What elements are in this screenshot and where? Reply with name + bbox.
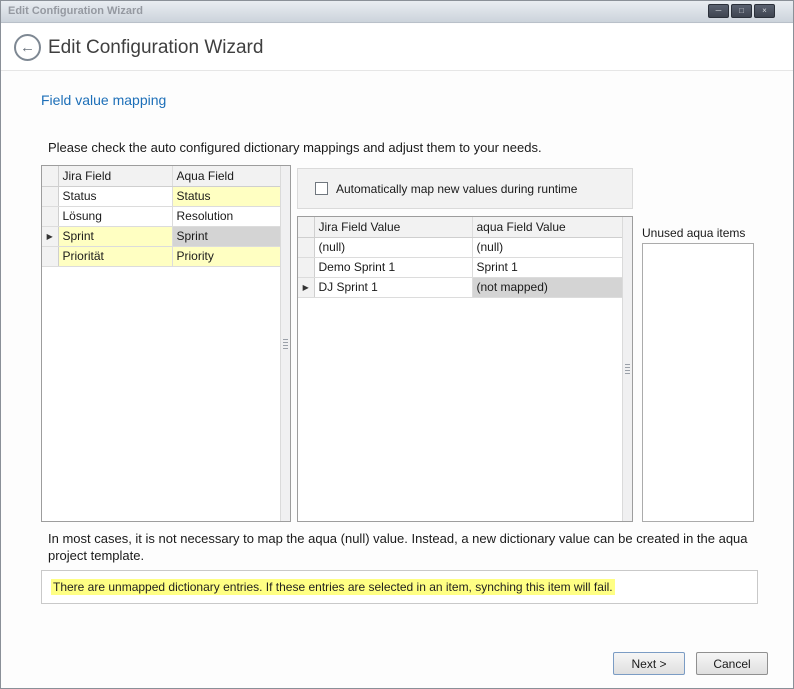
grid-cell[interactable]: Status: [172, 186, 280, 206]
column-header-aqua-field[interactable]: Aqua Field: [172, 166, 280, 186]
field-mapping-grid: Jira Field Aqua Field StatusStatusLösung…: [41, 165, 291, 522]
table-row: (null)(null): [298, 237, 622, 257]
table-row: ▶SprintSprint: [42, 226, 280, 246]
row-header-corner: [42, 166, 58, 186]
table-row: LösungResolution: [42, 206, 280, 226]
scrollbar-grip-icon: [625, 364, 630, 374]
column-header-jira-field[interactable]: Jira Field: [58, 166, 172, 186]
table-row: ▶DJ Sprint 1(not mapped): [298, 277, 622, 297]
maximize-icon: □: [739, 6, 744, 15]
grid-cell[interactable]: Resolution: [172, 206, 280, 226]
cancel-button[interactable]: Cancel: [696, 652, 768, 675]
grid-cell[interactable]: DJ Sprint 1: [314, 277, 472, 297]
close-icon: ×: [762, 6, 767, 15]
back-arrow-icon: ←: [20, 39, 35, 56]
scrollbar-grip-icon: [283, 339, 288, 349]
value-grid-scrollbar[interactable]: [622, 217, 632, 521]
row-header-corner: [298, 217, 314, 237]
column-header-jira-field-value[interactable]: Jira Field Value: [314, 217, 472, 237]
grid-cell[interactable]: Lösung: [58, 206, 172, 226]
unused-aqua-items-list[interactable]: [642, 243, 754, 522]
auto-map-checkbox[interactable]: [315, 182, 328, 195]
minimize-icon: ─: [716, 6, 722, 15]
grid-cell[interactable]: (null): [472, 237, 622, 257]
value-mapping-grid: Jira Field Value aqua Field Value (null)…: [297, 216, 633, 522]
field-mapping-table: Jira Field Aqua Field StatusStatusLösung…: [42, 166, 281, 267]
header-row: Jira Field Value aqua Field Value: [298, 217, 622, 237]
grid-cell[interactable]: (not mapped): [472, 277, 622, 297]
auto-map-checkbox-label[interactable]: Automatically map new values during runt…: [336, 182, 577, 196]
current-row-indicator[interactable]: ▶: [42, 226, 58, 246]
minimize-button[interactable]: ─: [708, 4, 729, 18]
section-title: Field value mapping: [41, 92, 166, 108]
titlebar[interactable]: Edit Configuration Wizard ─ □ ×: [1, 1, 793, 23]
header-row: Jira Field Aqua Field: [42, 166, 280, 186]
grid-cell[interactable]: Priorität: [58, 246, 172, 266]
current-row-indicator[interactable]: ▶: [298, 277, 314, 297]
grid-cell[interactable]: Sprint: [58, 226, 172, 246]
back-button[interactable]: ←: [14, 34, 41, 61]
unused-aqua-items-label: Unused aqua items: [642, 226, 745, 240]
column-header-aqua-field-value[interactable]: aqua Field Value: [472, 217, 622, 237]
row-selector[interactable]: [42, 206, 58, 226]
table-row: PrioritätPriority: [42, 246, 280, 266]
row-selector[interactable]: [298, 257, 314, 277]
instruction-text: Please check the auto configured diction…: [48, 140, 542, 155]
wizard-header: ← Edit Configuration Wizard: [1, 24, 793, 71]
maximize-button[interactable]: □: [731, 4, 752, 18]
row-selector[interactable]: [42, 246, 58, 266]
row-selector[interactable]: [42, 186, 58, 206]
runtime-mapping-panel: Automatically map new values during runt…: [297, 168, 633, 209]
warning-box: There are unmapped dictionary entries. I…: [41, 570, 758, 604]
window-controls: ─ □ ×: [708, 4, 775, 18]
titlebar-title: Edit Configuration Wizard: [8, 5, 143, 17]
grid-cell[interactable]: (null): [314, 237, 472, 257]
note-text: In most cases, it is not necessary to ma…: [48, 530, 754, 564]
next-button[interactable]: Next >: [613, 652, 685, 675]
grid-cell[interactable]: Sprint 1: [472, 257, 622, 277]
grid-cell[interactable]: Status: [58, 186, 172, 206]
edit-configuration-wizard-window: Edit Configuration Wizard ─ □ × ← Edit C…: [0, 0, 794, 689]
row-selector[interactable]: [298, 237, 314, 257]
warning-text: There are unmapped dictionary entries. I…: [51, 579, 615, 595]
grid-cell[interactable]: Demo Sprint 1: [314, 257, 472, 277]
field-grid-scrollbar[interactable]: [280, 166, 290, 521]
table-row: StatusStatus: [42, 186, 280, 206]
page-title: Edit Configuration Wizard: [48, 24, 263, 71]
table-row: Demo Sprint 1Sprint 1: [298, 257, 622, 277]
close-button[interactable]: ×: [754, 4, 775, 18]
value-mapping-table: Jira Field Value aqua Field Value (null)…: [298, 217, 623, 298]
grid-cell[interactable]: Priority: [172, 246, 280, 266]
grid-cell[interactable]: Sprint: [172, 226, 280, 246]
